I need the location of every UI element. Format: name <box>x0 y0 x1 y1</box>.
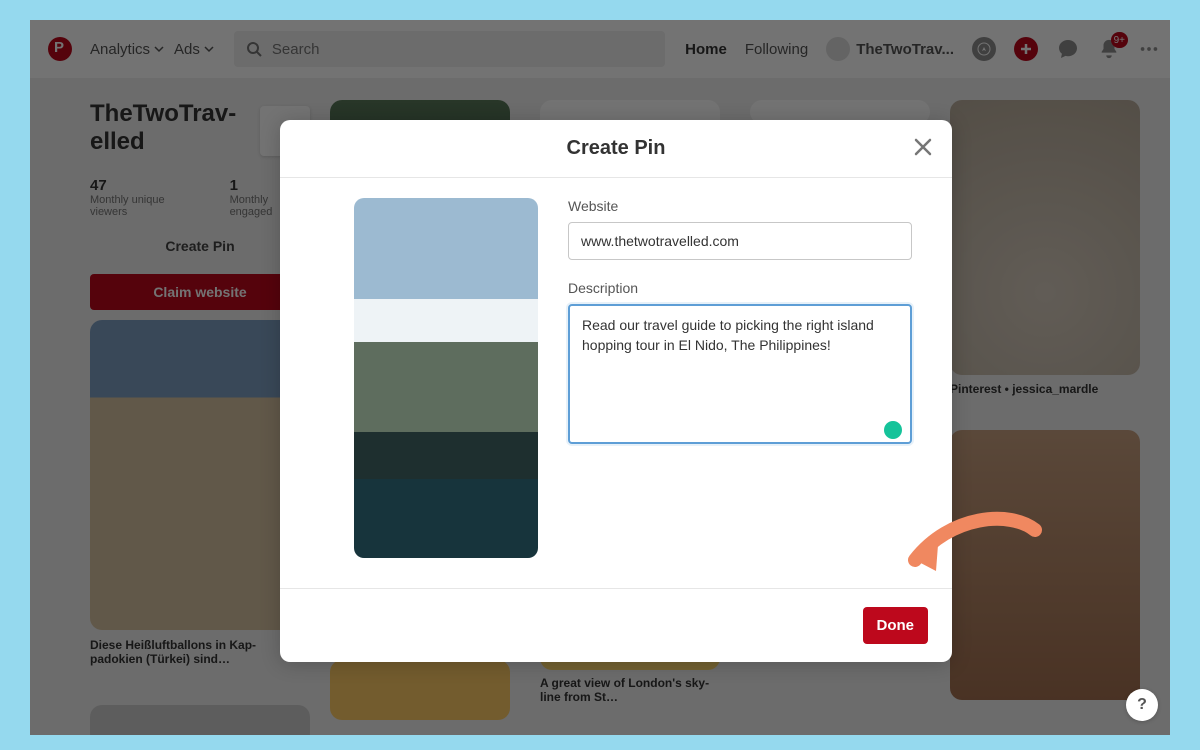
done-button[interactable]: Done <box>863 607 929 644</box>
description-label: Description <box>568 280 912 296</box>
pin-image-preview[interactable] <box>354 198 538 558</box>
description-textarea[interactable] <box>568 304 912 444</box>
help-button[interactable]: ? <box>1126 689 1158 721</box>
modal-title: Create Pin <box>567 137 666 160</box>
create-pin-modal: Create Pin Website Description Done <box>280 120 952 662</box>
close-icon[interactable] <box>912 136 934 158</box>
website-label: Website <box>568 198 912 214</box>
website-input[interactable] <box>568 222 912 260</box>
